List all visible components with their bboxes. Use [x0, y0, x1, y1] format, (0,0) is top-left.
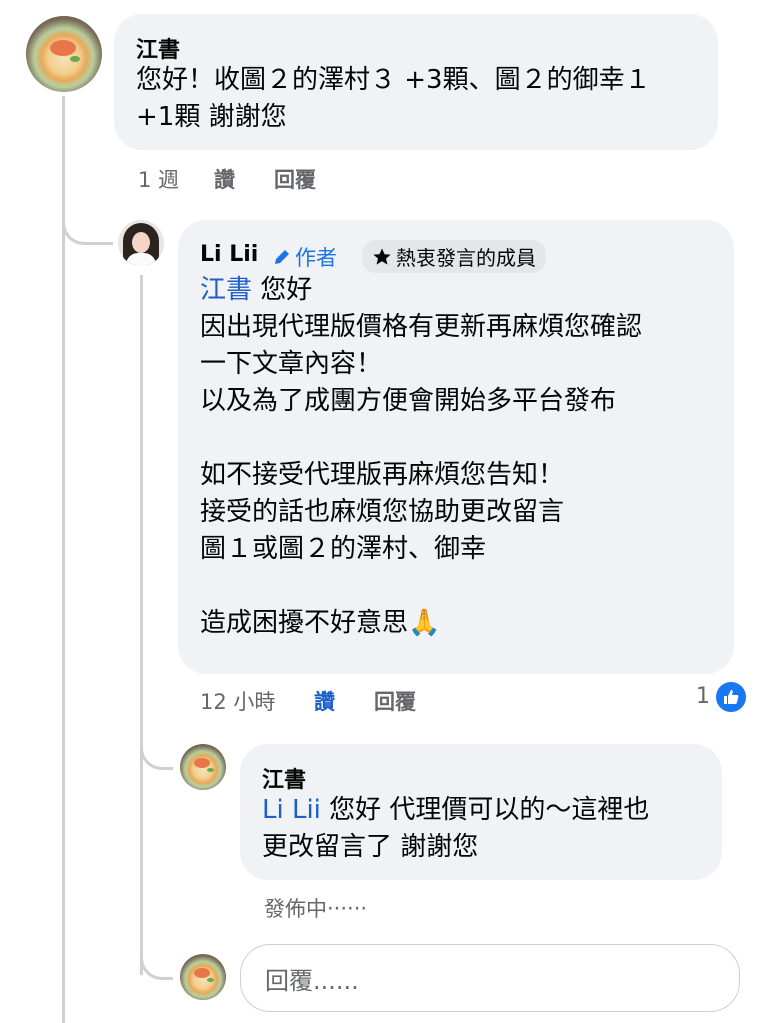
thread-connector-reply2 [140, 735, 173, 770]
comment-text: 您好！收圖２的澤村３ +3顆、圖２的御幸１ +1顆 謝謝您 [136, 65, 651, 132]
comment-timestamp[interactable]: 1 週 [138, 164, 179, 194]
thread-connector-replybox [140, 945, 173, 980]
comment-bubble: 江書 您好！收圖２的澤村３ +3顆、圖２的御幸１ +1顆 謝謝您 [114, 14, 718, 150]
reply-text: 江書 您好 因出現代理版價格有更新再麻煩您確認 一下文章內容！ 以及為了成團方便… [200, 272, 720, 642]
reply-timestamp[interactable]: 12 小時 [200, 686, 275, 716]
comment-author[interactable]: 江書 [136, 32, 180, 64]
avatar[interactable] [118, 220, 164, 266]
reply-text-body: 您好 代理價可以的～這裡也 更改留言了 謝謝您 [262, 795, 650, 862]
pencil-icon [275, 250, 289, 264]
mention-link[interactable]: 江書 [200, 275, 252, 305]
fan-badge[interactable]: 熱衷發言的成員 [362, 240, 546, 273]
fan-badge-label: 熱衷發言的成員 [396, 246, 536, 270]
mention-link[interactable]: Li Lii [262, 795, 321, 825]
like-thumb-icon[interactable] [714, 680, 748, 714]
avatar[interactable] [180, 744, 226, 790]
reaction-count[interactable]: 1 [696, 684, 710, 709]
author-badge-label: 作者 [295, 246, 337, 270]
reply-input-placeholder: 回覆...... [265, 967, 359, 995]
avatar[interactable] [180, 954, 226, 1000]
reply-text: Li Lii 您好 代理價可以的～這裡也 更改留言了 謝謝您 [262, 792, 712, 866]
reply-input[interactable]: 回覆...... [240, 944, 740, 1012]
like-button[interactable]: 讚 [214, 164, 235, 194]
thread-line-reply1 [140, 275, 143, 975]
star-icon [373, 248, 391, 265]
reply-bubble: 江書 Li Lii 您好 代理價可以的～這裡也 更改留言了 謝謝您 [240, 744, 722, 880]
avatar[interactable] [26, 16, 102, 92]
reply-button[interactable]: 回覆 [274, 164, 316, 194]
reply-text-body: 您好 因出現代理版價格有更新再麻煩您確認 一下文章內容！ 以及為了成團方便會開始… [200, 275, 643, 638]
folded-hands-emoji: 🙏 [408, 608, 441, 638]
reply-button[interactable]: 回覆 [374, 686, 416, 716]
like-button[interactable]: 讚 [314, 686, 335, 716]
reply-author[interactable]: 江書 [262, 762, 306, 794]
thread-connector-reply1 [62, 196, 113, 245]
reply-author[interactable]: Li Lii [200, 242, 258, 267]
author-badge: 作者 [272, 242, 337, 272]
thread-line-main [62, 96, 65, 1023]
reply-bubble: Li Lii 作者 熱衷發言的成員 江書 您好 因出現代理版價格有更新再麻煩您確… [178, 220, 734, 674]
posting-status: 發佈中‧‧‧‧‧‧ [264, 897, 368, 921]
